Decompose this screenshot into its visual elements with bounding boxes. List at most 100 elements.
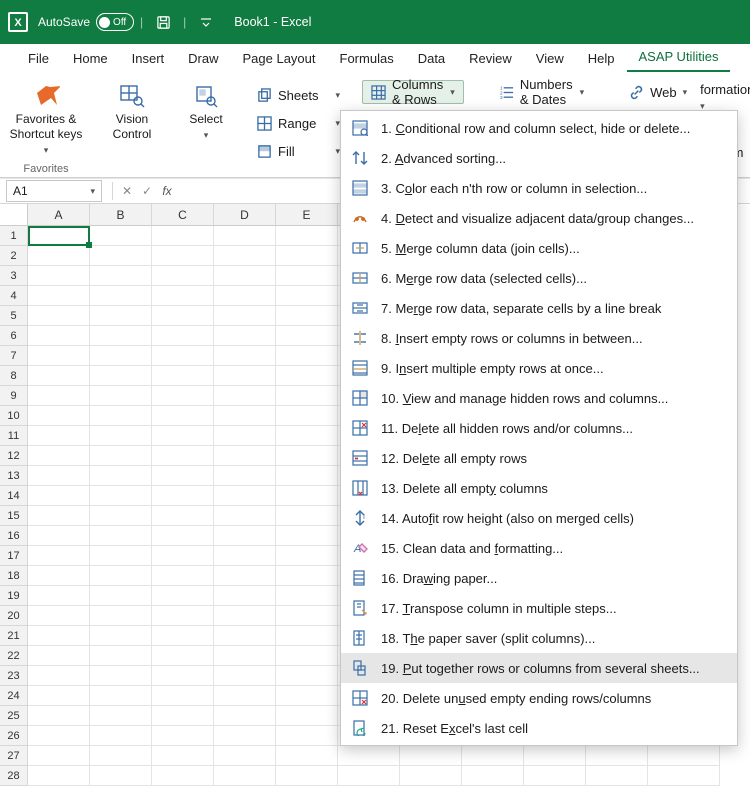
tab-file[interactable]: File (16, 45, 61, 72)
cell[interactable] (28, 546, 90, 566)
cell[interactable] (90, 226, 152, 246)
cell[interactable] (214, 466, 276, 486)
columns-rows-button[interactable]: Columns & Rows ▾ (362, 80, 464, 104)
cell[interactable] (276, 746, 338, 766)
tab-asap-utilities[interactable]: ASAP Utilities (627, 43, 731, 72)
row-header[interactable]: 5 (0, 306, 28, 326)
row-header[interactable]: 17 (0, 546, 28, 566)
cell[interactable] (152, 526, 214, 546)
menu-item-7[interactable]: 7. Merge row data, separate cells by a l… (341, 293, 737, 323)
row-header[interactable]: 7 (0, 346, 28, 366)
name-box[interactable]: A1 ▾ (6, 180, 102, 202)
cell[interactable] (152, 406, 214, 426)
menu-item-13[interactable]: 13. Delete all empty columns (341, 473, 737, 503)
cell[interactable] (586, 746, 648, 766)
cell[interactable] (586, 766, 648, 786)
cell[interactable] (90, 606, 152, 626)
menu-item-5[interactable]: 5. Merge column data (join cells)... (341, 233, 737, 263)
row-header[interactable]: 12 (0, 446, 28, 466)
cell[interactable] (338, 766, 400, 786)
cell[interactable] (90, 766, 152, 786)
cell[interactable] (152, 246, 214, 266)
cell[interactable] (524, 766, 586, 786)
cell[interactable] (152, 426, 214, 446)
cell[interactable] (214, 406, 276, 426)
cell[interactable] (276, 666, 338, 686)
vision-control-button[interactable]: VisionControl (102, 78, 162, 142)
cell[interactable] (152, 466, 214, 486)
cell[interactable] (276, 466, 338, 486)
row-header[interactable]: 16 (0, 526, 28, 546)
menu-item-21[interactable]: 21. Reset Excel's last cell (341, 713, 737, 743)
cell[interactable] (152, 226, 214, 246)
cell[interactable] (214, 726, 276, 746)
row-header[interactable]: 19 (0, 586, 28, 606)
menu-item-11[interactable]: 11. Delete all hidden rows and/or column… (341, 413, 737, 443)
cell[interactable] (90, 266, 152, 286)
menu-item-18[interactable]: 18. The paper saver (split columns)... (341, 623, 737, 653)
cell[interactable] (214, 666, 276, 686)
cell[interactable] (214, 446, 276, 466)
cell[interactable] (276, 426, 338, 446)
cell[interactable] (90, 566, 152, 586)
menu-item-16[interactable]: 16. Drawing paper... (341, 563, 737, 593)
cell[interactable] (28, 446, 90, 466)
cancel-formula-icon[interactable]: ✕ (117, 184, 137, 198)
accept-formula-icon[interactable]: ✓ (137, 184, 157, 198)
row-header[interactable]: 18 (0, 566, 28, 586)
cell[interactable] (90, 626, 152, 646)
tab-formulas[interactable]: Formulas (328, 45, 406, 72)
cell[interactable] (152, 766, 214, 786)
cell[interactable] (276, 286, 338, 306)
cell[interactable] (214, 266, 276, 286)
save-icon[interactable] (151, 10, 175, 34)
cell[interactable] (28, 626, 90, 646)
menu-item-1[interactable]: 1. Conditional row and column select, hi… (341, 113, 737, 143)
cell[interactable] (214, 226, 276, 246)
cell[interactable] (276, 506, 338, 526)
cell[interactable] (28, 466, 90, 486)
cell[interactable] (28, 306, 90, 326)
row-header[interactable]: 21 (0, 626, 28, 646)
numbers-dates-button[interactable]: 123 Numbers & Dates ▾ (490, 80, 593, 104)
tab-insert[interactable]: Insert (120, 45, 177, 72)
cell[interactable] (214, 626, 276, 646)
cell[interactable] (90, 746, 152, 766)
cell[interactable] (276, 406, 338, 426)
cell[interactable] (152, 646, 214, 666)
cell[interactable] (90, 246, 152, 266)
cell[interactable] (214, 426, 276, 446)
autosave-toggle[interactable]: AutoSave Off (38, 13, 134, 31)
cell[interactable] (90, 526, 152, 546)
cell[interactable] (90, 386, 152, 406)
customize-qat-icon[interactable] (194, 10, 218, 34)
cell[interactable] (90, 666, 152, 686)
cell[interactable] (28, 746, 90, 766)
row-header[interactable]: 15 (0, 506, 28, 526)
cell[interactable] (28, 666, 90, 686)
cell[interactable] (28, 606, 90, 626)
cell[interactable] (276, 586, 338, 606)
row-header[interactable]: 26 (0, 726, 28, 746)
cell[interactable] (28, 226, 90, 246)
column-header[interactable]: A (28, 204, 90, 226)
cell[interactable] (28, 566, 90, 586)
cell[interactable] (28, 426, 90, 446)
tab-draw[interactable]: Draw (176, 45, 230, 72)
column-header[interactable]: B (90, 204, 152, 226)
cell[interactable] (276, 386, 338, 406)
select-button[interactable]: Select▾ (180, 78, 232, 142)
row-header[interactable]: 10 (0, 406, 28, 426)
cell[interactable] (90, 686, 152, 706)
cell[interactable] (214, 766, 276, 786)
cell[interactable] (28, 266, 90, 286)
tab-review[interactable]: Review (457, 45, 524, 72)
fill-button[interactable]: Fill ▾ (250, 138, 346, 164)
row-header[interactable]: 28 (0, 766, 28, 786)
menu-item-12[interactable]: 12. Delete all empty rows (341, 443, 737, 473)
menu-item-20[interactable]: 20. Delete unused empty ending rows/colu… (341, 683, 737, 713)
menu-item-19[interactable]: 19. Put together rows or columns from se… (341, 653, 737, 683)
favorites-button[interactable]: Favorites &Shortcut keys ▾ (8, 78, 84, 157)
cell[interactable] (276, 646, 338, 666)
row-header[interactable]: 25 (0, 706, 28, 726)
